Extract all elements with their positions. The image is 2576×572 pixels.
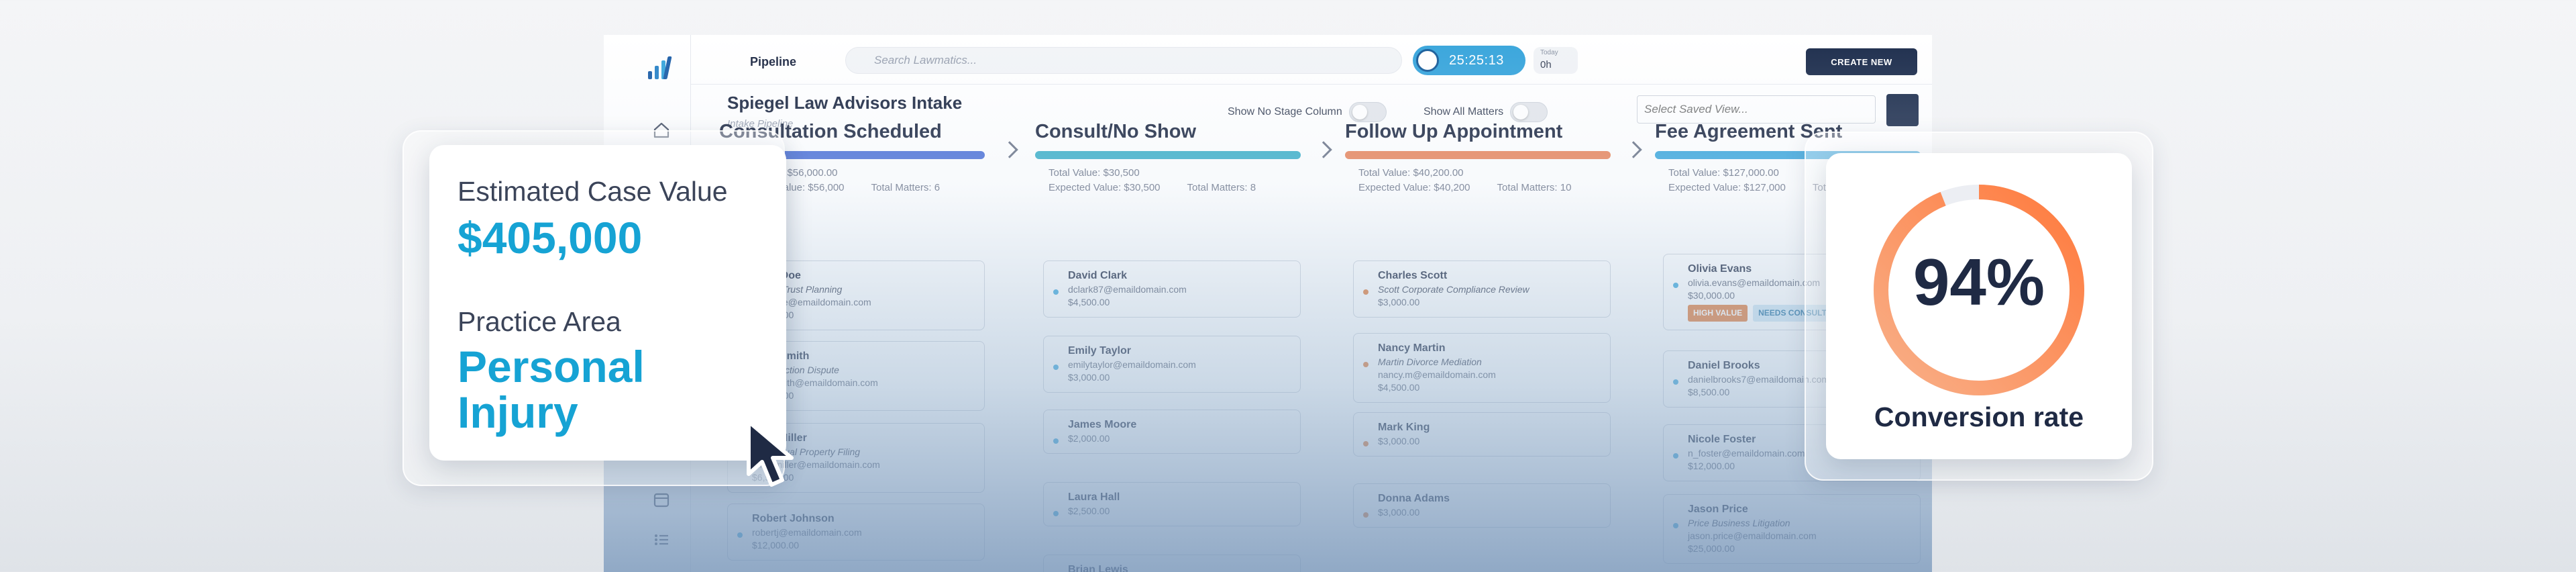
column-total-value: Total Value: $30,500 bbox=[1049, 167, 1140, 179]
card-value: $12,000.00 bbox=[752, 540, 800, 551]
card-value: $25,000.00 bbox=[1688, 543, 1735, 554]
lawmatics-logo-icon[interactable] bbox=[645, 55, 676, 82]
status-dot-icon bbox=[1673, 379, 1678, 385]
card-matter-name: Price Business Litigation bbox=[1688, 518, 1790, 528]
card-value: $3,000.00 bbox=[1068, 372, 1110, 383]
matter-card[interactable]: Nancy Martin Martin Divorce Mediation nanc… bbox=[1353, 333, 1611, 403]
estimate-card: Estimated Case Value $405,000 Practice A… bbox=[429, 145, 786, 461]
card-value: $3,000.00 bbox=[1378, 436, 1420, 446]
column-summary: Total Value: $40,200.00 Expected Value: $… bbox=[1345, 166, 1627, 195]
no-stage-toggle-label: Show No Stage Column bbox=[1228, 106, 1342, 117]
card-contact-name[interactable]: Emily Taylor bbox=[1068, 344, 1289, 357]
card-value: $4,500.00 bbox=[1378, 382, 1420, 393]
all-matters-toggle-label: Show All Matters bbox=[1424, 106, 1504, 117]
status-dot-icon bbox=[1673, 453, 1678, 459]
column-expected-value: Expected Value: $40,200 bbox=[1358, 182, 1470, 193]
card-email: emilytaylor@emaildomain.com bbox=[1068, 359, 1196, 370]
conversion-card: 94% Conversion rate bbox=[1826, 153, 2132, 459]
matter-card[interactable]: Charles Scott Scott Corporate Compliance … bbox=[1353, 260, 1611, 318]
matter-card[interactable]: David Clark dclark87@emaildomain.com $4,50… bbox=[1043, 260, 1301, 318]
card-contact-name[interactable]: James Moore bbox=[1068, 418, 1289, 431]
card-value: $3,000.00 bbox=[1378, 297, 1420, 307]
card-matter-name: Martin Divorce Mediation bbox=[1378, 356, 1482, 367]
card-email: nancy.m@emaildomain.com bbox=[1378, 369, 1496, 380]
practice-area-value: Personal Injury bbox=[458, 342, 645, 437]
status-dot-icon bbox=[737, 532, 743, 538]
conversion-rate-value: 94% bbox=[1913, 245, 2045, 319]
card-value: $2,000.00 bbox=[1068, 433, 1110, 444]
matter-card[interactable]: Mark King $3,000.00 bbox=[1353, 412, 1611, 457]
mouse-cursor-icon bbox=[747, 420, 794, 487]
column-color-bar bbox=[1035, 151, 1301, 159]
conversion-rate-label: Conversion rate bbox=[1874, 401, 2084, 432]
column-total-matters: Total Matters: 6 bbox=[871, 182, 941, 193]
card-contact-name[interactable]: Mark King bbox=[1378, 421, 1599, 434]
status-dot-icon bbox=[1053, 438, 1059, 444]
status-dot-icon bbox=[1053, 511, 1059, 516]
pipeline-column: Consult/No Show Total Value: $30,500 Expec… bbox=[1035, 121, 1317, 195]
matter-card[interactable]: Laura Hall $2,500.00 bbox=[1043, 482, 1301, 526]
status-dot-icon bbox=[1363, 362, 1368, 367]
card-email: dclark87@emaildomain.com bbox=[1068, 284, 1187, 295]
card-contact-name[interactable]: Nancy Martin bbox=[1378, 342, 1599, 354]
estimated-value-label: Estimated Case Value bbox=[458, 176, 728, 207]
card-contact-name[interactable]: Charles Scott bbox=[1378, 269, 1599, 282]
matter-card[interactable]: Emily Taylor emilytaylor@emaildomain.com $… bbox=[1043, 336, 1301, 393]
column-total-matters: Total Matters: 10 bbox=[1497, 182, 1572, 193]
column-total-value: Total Value: $40,200.00 bbox=[1358, 167, 1464, 179]
card-email: jason.price@emaildomain.com bbox=[1688, 530, 1817, 541]
column-title[interactable]: Consult/No Show bbox=[1035, 121, 1317, 143]
card-value: $3,000.00 bbox=[1378, 507, 1420, 518]
card-value: $2,500.00 bbox=[1068, 506, 1110, 516]
list-icon[interactable] bbox=[652, 530, 671, 549]
matter-card[interactable]: James Moore $2,000.00 bbox=[1043, 410, 1301, 454]
saved-view-select[interactable] bbox=[1637, 95, 1876, 124]
status-dot-icon bbox=[1363, 512, 1368, 518]
column-title[interactable]: Follow Up Appointment bbox=[1345, 121, 1627, 143]
card-contact-name[interactable]: Robert Johnson bbox=[752, 512, 973, 525]
column-total-matters: Total Matters: 8 bbox=[1187, 182, 1256, 193]
no-stage-switch[interactable] bbox=[1348, 102, 1387, 122]
status-dot-icon bbox=[1673, 523, 1678, 528]
estimated-value-amount: $405,000 bbox=[458, 213, 643, 263]
practice-area-label: Practice Area bbox=[458, 306, 621, 337]
pipeline-column: Follow Up Appointment Total Value: $40,20… bbox=[1345, 121, 1627, 195]
status-dot-icon bbox=[1053, 365, 1059, 370]
page-title: Spiegel Law Advisors Intake bbox=[727, 93, 963, 113]
status-dot-icon bbox=[1673, 283, 1678, 288]
card-contact-name[interactable]: Laura Hall bbox=[1068, 491, 1289, 504]
card-contact-name[interactable]: Donna Adams bbox=[1378, 492, 1599, 505]
card-matter-name: Scott Corporate Compliance Review bbox=[1378, 284, 1529, 295]
card-email: robertj@emaildomain.com bbox=[752, 527, 862, 538]
card-contact-name[interactable]: Jason Price bbox=[1688, 503, 1909, 516]
status-dot-icon bbox=[1363, 441, 1368, 446]
matter-card[interactable]: Robert Johnson robertj@emaildomain.com $12… bbox=[727, 504, 985, 561]
no-stage-toggle[interactable]: Show No Stage Column bbox=[1228, 102, 1387, 122]
column-color-bar bbox=[1345, 151, 1611, 159]
card-contact-name[interactable]: David Clark bbox=[1068, 269, 1289, 282]
matter-card[interactable]: Brian Lewis bbox=[1043, 555, 1301, 572]
tag-badge[interactable]: HIGH VALUE bbox=[1688, 305, 1748, 322]
matter-card[interactable]: Donna Adams $3,000.00 bbox=[1353, 483, 1611, 528]
column-expected-value: Expected Value: $127,000 bbox=[1668, 182, 1786, 193]
all-matters-toggle[interactable]: Show All Matters bbox=[1424, 102, 1548, 122]
calendar-icon[interactable] bbox=[652, 490, 671, 509]
all-matters-switch[interactable] bbox=[1510, 102, 1548, 122]
status-dot-icon bbox=[1053, 289, 1059, 295]
column-summary: Total Value: $30,500 Expected Value: $30,… bbox=[1035, 166, 1317, 195]
matter-card[interactable]: Jason Price Price Business Litigation jaso… bbox=[1663, 494, 1921, 564]
column-expected-value: Expected Value: $30,500 bbox=[1049, 182, 1161, 193]
status-dot-icon bbox=[1363, 289, 1368, 295]
saved-view-input[interactable] bbox=[1638, 96, 1875, 123]
card-contact-name[interactable]: Brian Lewis bbox=[1068, 563, 1289, 572]
card-value: $4,500.00 bbox=[1068, 297, 1110, 307]
